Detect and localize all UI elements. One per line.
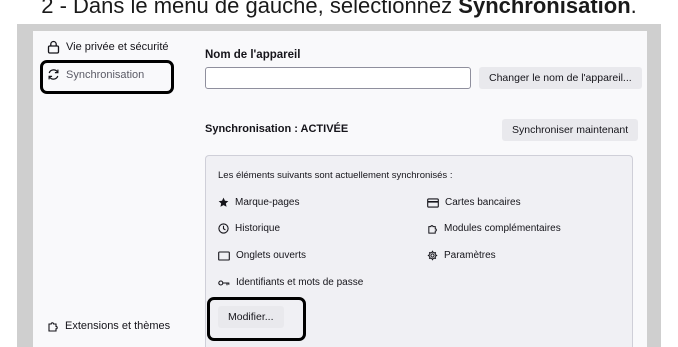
puzzle-icon [48,322,58,332]
sidebar-item-label: Extensions et thèmes [65,320,171,332]
engine-logins: Identifiants et mots de passe [218,277,363,288]
modify-highlight-box [207,297,306,341]
sidebar-item-extensions[interactable]: Extensions et thèmes [47,320,170,332]
tab-icon [218,250,230,261]
engine-label: Cartes bancaires [445,197,521,208]
change-device-name-button[interactable]: Changer le nom de l'appareil... [479,67,642,89]
engine-settings: Paramètres [427,250,496,261]
device-name-label: Nom de l'appareil [205,49,301,61]
instruction-prefix: 2 - Dans le menu de gauche, sélectionnez [41,0,459,18]
preferences-window: Vie privée et sécurité Synchronisation E… [33,31,647,347]
engine-history: Historique [218,223,280,234]
puzzle-icon [428,225,437,234]
star-icon [218,197,229,207]
synced-engines-intro: Les éléments suivants sont actuellement … [218,170,453,181]
instruction-target: Synchronisation [458,0,631,18]
sidebar-item-privacy[interactable]: Vie privée et sécurité [47,40,169,54]
engine-label: Marque-pages [235,197,300,208]
engine-credit-cards: Cartes bancaires [427,197,521,208]
clock-icon [218,223,229,234]
credit-card-icon [427,197,439,208]
key-icon [218,279,230,286]
synced-engines-box: Les éléments suivants sont actuellement … [205,155,633,347]
engine-bookmarks: Marque-pages [218,197,299,208]
sync-status: Synchronisation : ACTIVÉE [205,123,349,135]
sidebar-item-label: Vie privée et sécurité [66,41,169,53]
sync-pane: Nom de l'appareil Changer le nom de l'ap… [205,31,645,347]
instruction-suffix: . [630,0,637,18]
engine-label: Paramètres [444,250,496,261]
engine-open-tabs: Onglets ouverts [218,250,306,261]
instruction-heading: 2 - Dans le menu de gauche, sélectionnez… [0,0,678,24]
sync-highlight-box [40,60,174,94]
engine-label: Identifiants et mots de passe [236,277,364,288]
lock-icon [47,40,60,54]
engine-label: Modules complémentaires [444,223,561,234]
sync-now-button[interactable]: Synchroniser maintenant [502,119,639,141]
engine-addons: Modules complémentaires [427,223,561,234]
gear-icon [427,250,438,261]
device-name-input[interactable] [205,67,471,89]
engine-label: Historique [235,223,281,234]
sidebar: Vie privée et sécurité Synchronisation E… [33,31,193,347]
engine-label: Onglets ouverts [236,250,307,261]
